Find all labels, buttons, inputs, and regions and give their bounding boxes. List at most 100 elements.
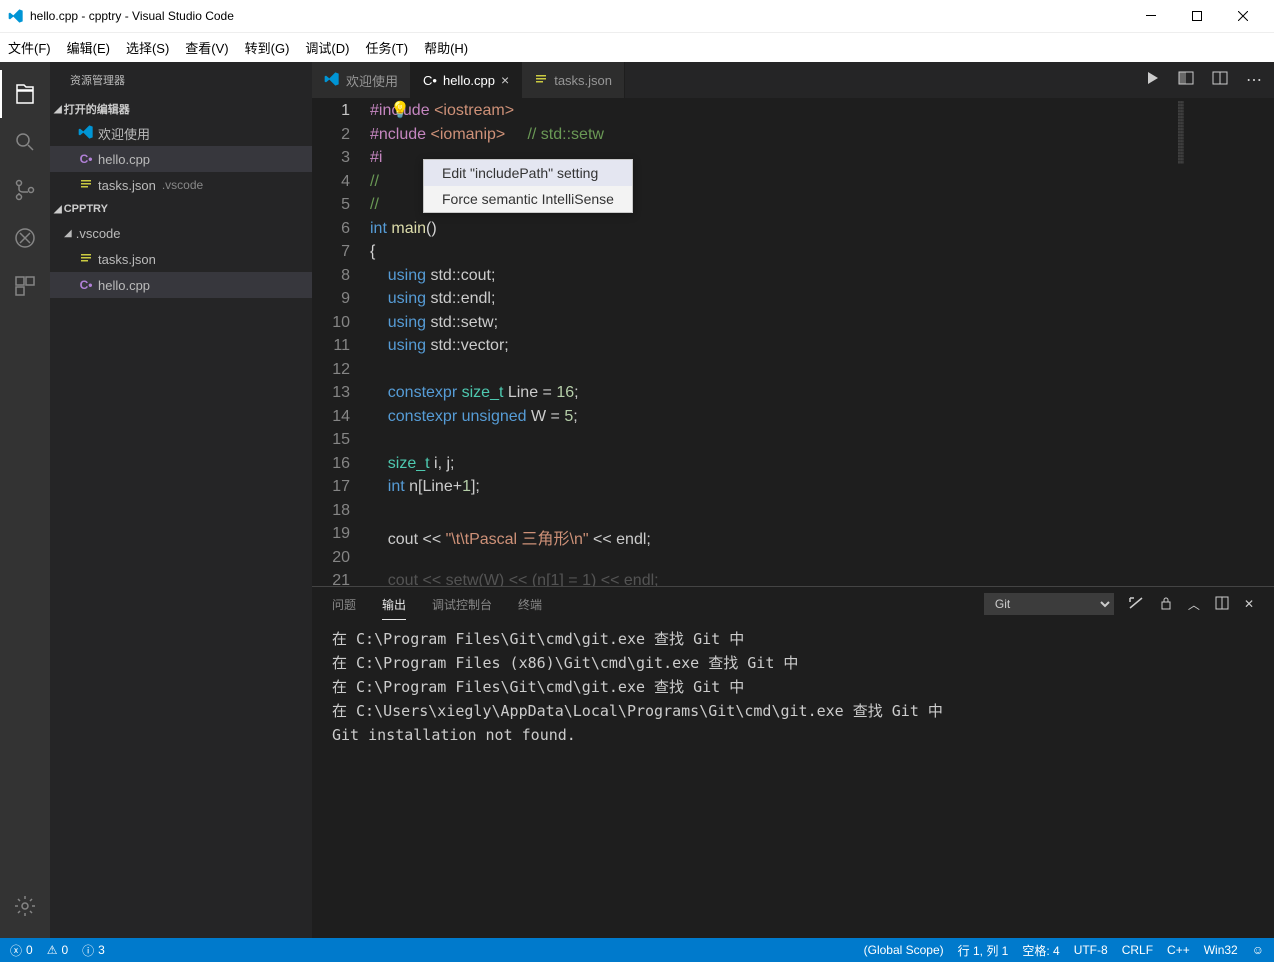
status-scope[interactable]: (Global Scope) — [864, 942, 944, 959]
activity-scm[interactable] — [0, 166, 50, 214]
line-number: 2 — [312, 126, 370, 150]
close-button[interactable] — [1220, 0, 1266, 32]
code-line[interactable]: int main() — [370, 220, 1274, 244]
code-line[interactable]: int n[Line+1]; — [370, 478, 1274, 502]
status-feedback[interactable]: ☺ — [1252, 942, 1264, 959]
cpp-icon: C• — [80, 152, 93, 166]
code-line[interactable]: cout << "\t\tPascal 三角形\n" << endl; — [370, 525, 1274, 549]
code-line[interactable] — [370, 431, 1274, 455]
code-line[interactable]: #💡nclude <iomanip> // std::setw — [370, 126, 1274, 150]
code-line[interactable]: cout << setw(W) << (n[1] = 1) << endl; — [370, 572, 1274, 586]
split-icon[interactable] — [1178, 70, 1194, 91]
open-editor-item[interactable]: C•hello.cpp — [50, 146, 312, 172]
activity-explorer[interactable] — [0, 70, 50, 118]
activity-bar — [0, 62, 50, 938]
vscode-icon — [8, 8, 24, 24]
window-titlebar: hello.cpp - cpptry - Visual Studio Code — [0, 0, 1274, 32]
code-line[interactable] — [370, 502, 1274, 526]
line-number: 8 — [312, 267, 370, 291]
status-encoding[interactable]: UTF-8 — [1074, 942, 1108, 959]
line-number: 10 — [312, 314, 370, 338]
tree-folder[interactable]: ◢.vscode — [50, 220, 312, 246]
status-warnings[interactable]: ⚠ 0 — [47, 943, 68, 957]
activity-extensions[interactable] — [0, 262, 50, 310]
panel-close-icon[interactable]: ✕ — [1244, 597, 1254, 611]
lightbulb-menu: Edit "includePath" settingForce semantic… — [423, 159, 633, 213]
open-editor-item[interactable]: tasks.json.vscode — [50, 172, 312, 198]
code-line[interactable]: using std::endl; — [370, 290, 1274, 314]
code-line[interactable]: using std::setw; — [370, 314, 1274, 338]
status-language[interactable]: C++ — [1167, 942, 1190, 959]
status-platform[interactable]: Win32 — [1204, 942, 1238, 959]
tree-file[interactable]: tasks.json — [50, 246, 312, 272]
menu-bar: 文件(F)编辑(E)选择(S)查看(V)转到(G)调试(D)任务(T)帮助(H) — [0, 32, 1274, 62]
open-editors-section[interactable]: ◢打开的编辑器 — [50, 98, 312, 120]
activity-search[interactable] — [0, 118, 50, 166]
code-line[interactable]: using std::cout; — [370, 267, 1274, 291]
line-number: 16 — [312, 455, 370, 479]
tree-file[interactable]: C•hello.cpp — [50, 272, 312, 298]
tab-close-icon[interactable]: × — [501, 72, 509, 88]
code-line[interactable]: { — [370, 243, 1274, 267]
lock-scroll-icon[interactable] — [1158, 595, 1174, 614]
status-position[interactable]: 行 1, 列 1 — [958, 942, 1009, 959]
menu-item[interactable]: 任务(T) — [357, 33, 416, 62]
clear-output-icon[interactable] — [1128, 595, 1144, 614]
code-line[interactable]: size_t i, j; — [370, 455, 1274, 479]
project-section[interactable]: ◢CPPTRY — [50, 198, 312, 220]
status-spaces[interactable]: 空格: 4 — [1022, 942, 1059, 959]
editor-tab[interactable]: 欢迎使用 — [312, 62, 411, 98]
lightbulb-item[interactable]: Force semantic IntelliSense — [424, 186, 632, 212]
layout-icon[interactable] — [1212, 70, 1228, 91]
code-line[interactable]: constexpr unsigned W = 5; — [370, 408, 1274, 432]
menu-item[interactable]: 帮助(H) — [416, 33, 476, 62]
output-channel-select[interactable]: Git — [984, 593, 1114, 615]
output-body[interactable]: 在 C:\Program Files\Git\cmd\git.exe 查找 Gi… — [312, 621, 1274, 938]
panel-tabs: 问题 输出 调试控制台 终端 Git ︿ ✕ — [312, 587, 1274, 621]
more-icon[interactable]: ⋯ — [1246, 70, 1262, 91]
panel-maximize-icon[interactable] — [1214, 595, 1230, 614]
json-icon — [79, 177, 93, 194]
sidebar-explorer: 资源管理器 ◢打开的编辑器 欢迎使用C•hello.cpptasks.json.… — [50, 62, 312, 938]
editor-tab[interactable]: C•hello.cpp× — [411, 62, 522, 98]
panel-tab[interactable]: 问题 — [332, 596, 356, 613]
menu-item[interactable]: 调试(D) — [297, 33, 357, 62]
maximize-button[interactable] — [1174, 0, 1220, 32]
status-info[interactable]: ⓘ 3 — [82, 942, 105, 959]
json-icon — [534, 74, 548, 89]
panel-up-icon[interactable]: ︿ — [1188, 596, 1200, 613]
minimap[interactable]: ████████████████████████████████████████… — [1174, 98, 1260, 586]
line-gutter: 123456789101112131415161718192021 — [312, 98, 370, 586]
vscode-icon — [324, 75, 340, 90]
editor-tab[interactable]: tasks.json — [522, 62, 625, 98]
panel-tab[interactable]: 调试控制台 — [432, 596, 492, 613]
line-number: 1 — [312, 102, 370, 126]
minimize-button[interactable] — [1128, 0, 1174, 32]
status-errors[interactable]: ⓧ 0 — [10, 942, 33, 959]
open-editor-item[interactable]: 欢迎使用 — [50, 120, 312, 146]
panel-tab[interactable]: 输出 — [382, 596, 406, 620]
editor-tabs: 欢迎使用C•hello.cpp×tasks.json ⋯ — [312, 62, 1274, 98]
lightbulb-item[interactable]: Edit "includePath" setting — [424, 160, 632, 186]
window-title: hello.cpp - cpptry - Visual Studio Code — [30, 9, 1128, 23]
code-line[interactable] — [370, 549, 1274, 573]
code-line[interactable] — [370, 361, 1274, 385]
menu-item[interactable]: 编辑(E) — [59, 33, 118, 62]
status-eol[interactable]: CRLF — [1122, 942, 1153, 959]
code-line[interactable]: using std::vector; — [370, 337, 1274, 361]
menu-item[interactable]: 转到(G) — [237, 33, 298, 62]
line-number: 19 — [312, 525, 370, 549]
line-number: 17 — [312, 478, 370, 502]
menu-item[interactable]: 文件(F) — [0, 33, 59, 62]
line-number: 5 — [312, 196, 370, 220]
activity-debug[interactable] — [0, 214, 50, 262]
activity-settings[interactable] — [0, 882, 50, 930]
run-icon[interactable] — [1144, 70, 1160, 91]
panel-tab[interactable]: 终端 — [518, 596, 542, 613]
line-number: 13 — [312, 384, 370, 408]
code-line[interactable]: constexpr size_t Line = 16; — [370, 384, 1274, 408]
code-line[interactable]: #include <iostream> — [370, 102, 1274, 126]
menu-item[interactable]: 选择(S) — [118, 33, 177, 62]
line-number: 9 — [312, 290, 370, 314]
menu-item[interactable]: 查看(V) — [177, 33, 236, 62]
